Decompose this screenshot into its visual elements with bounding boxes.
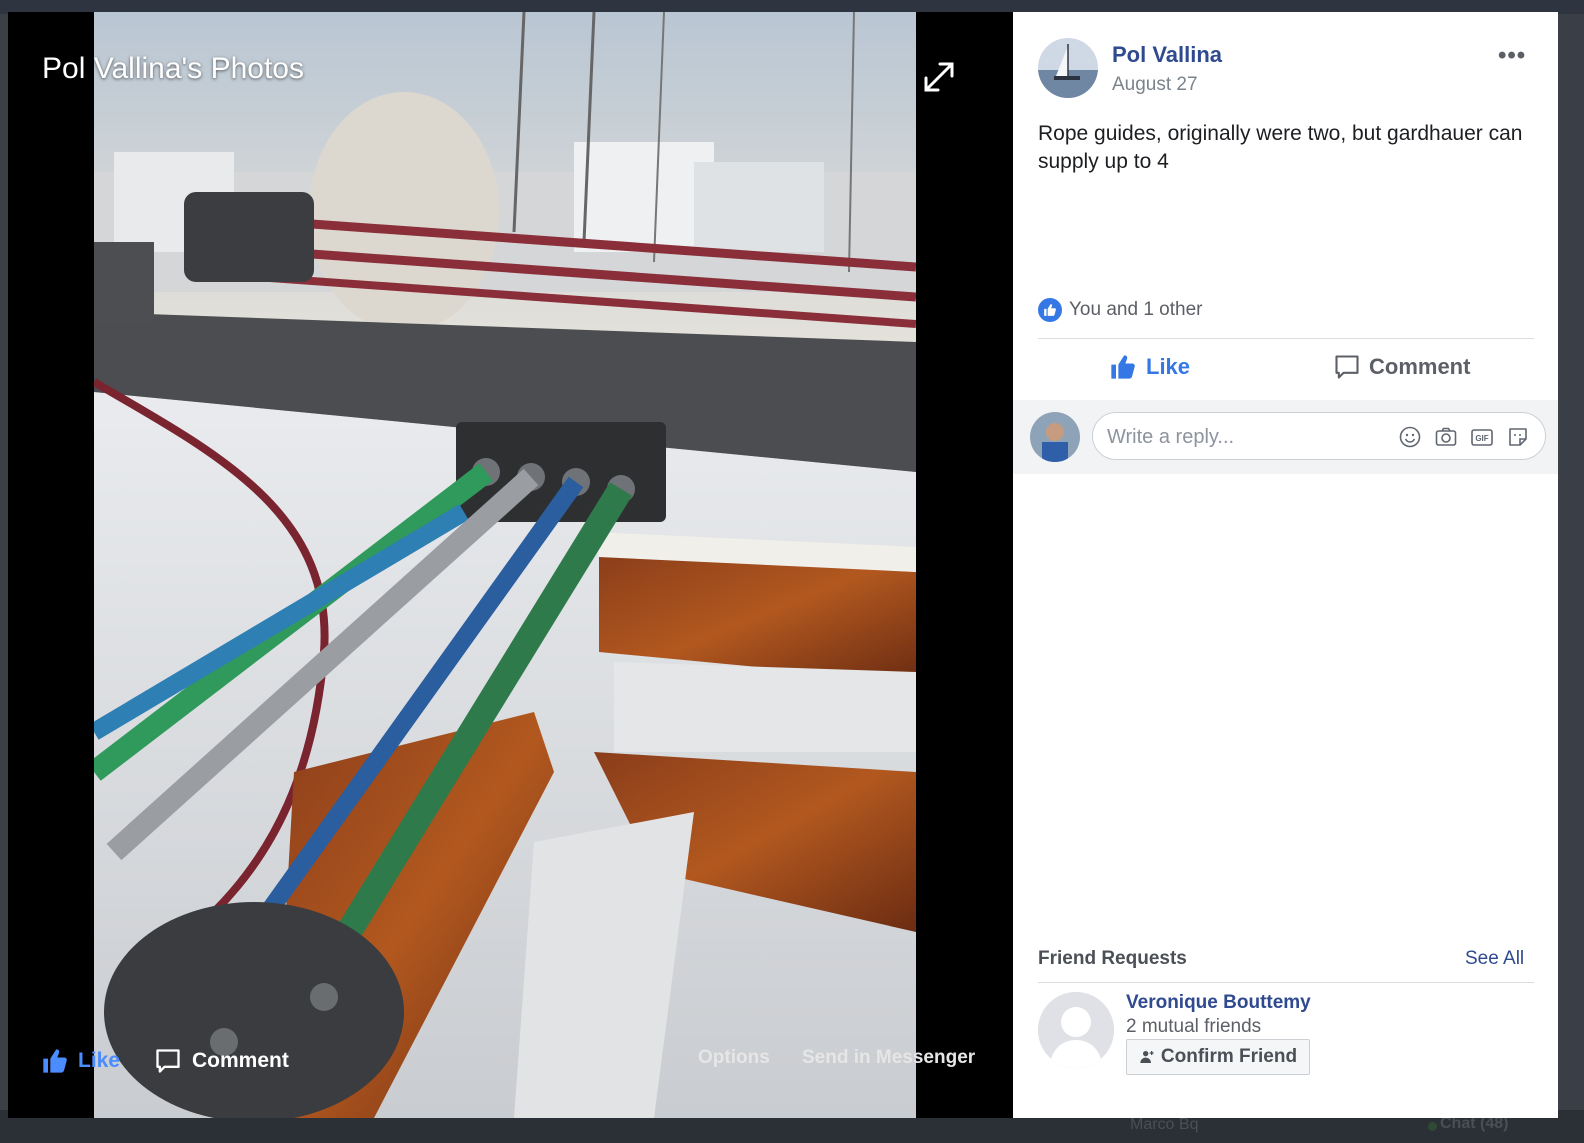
- friend-request-avatar[interactable]: [1038, 992, 1114, 1068]
- reactions-summary[interactable]: You and 1 other: [1038, 298, 1202, 322]
- sticker-icon[interactable]: [1506, 425, 1530, 449]
- reply-box: GIF: [1092, 412, 1546, 460]
- svg-text:GIF: GIF: [1475, 434, 1488, 443]
- photo-image: [94, 12, 916, 1118]
- post-date[interactable]: August 27: [1112, 74, 1198, 96]
- viewer-comment-label: Comment: [192, 1049, 289, 1072]
- post-text: Rope guides, originally were two, but ga…: [1038, 122, 1523, 173]
- friend-request-name[interactable]: Veronique Bouttemy: [1126, 992, 1311, 1014]
- post-like-button[interactable]: Like: [1108, 353, 1190, 381]
- thumbs-up-icon: [1111, 355, 1135, 379]
- viewer-title: Pol Vallina's Photos: [42, 52, 304, 85]
- comment-bubble-icon: [1335, 355, 1359, 379]
- viewer-action-bar: Like Comment Options Send in Messenger: [8, 1032, 1013, 1092]
- emoji-icon[interactable]: [1398, 425, 1422, 449]
- viewer-comment-button[interactable]: Comment: [154, 1047, 289, 1075]
- post-author[interactable]: Pol Vallina: [1112, 42, 1222, 68]
- background-name: Marco Bq: [1130, 1116, 1199, 1133]
- reply-section: GIF: [1013, 400, 1558, 474]
- post-comment-button[interactable]: Comment: [1333, 353, 1470, 381]
- send-in-messenger-button[interactable]: Send in Messenger: [802, 1047, 975, 1069]
- background-side: [1560, 14, 1584, 1114]
- mutual-friends-count[interactable]: 2 mutual friends: [1126, 1016, 1261, 1038]
- like-reaction-icon: [1038, 298, 1062, 322]
- expand-icon[interactable]: [922, 60, 956, 94]
- user-avatar[interactable]: [1030, 412, 1080, 462]
- viewer-like-button[interactable]: Like: [40, 1047, 120, 1075]
- photo-viewer: Pol Vallina's Photos Like Comment Option…: [8, 12, 1013, 1118]
- confirm-friend-label: Confirm Friend: [1160, 1046, 1298, 1067]
- comment-bubble-icon: [156, 1049, 180, 1073]
- author-avatar[interactable]: [1038, 38, 1098, 98]
- see-all-link[interactable]: See All: [1465, 948, 1524, 970]
- options-button[interactable]: Options: [698, 1047, 770, 1069]
- photo[interactable]: [94, 12, 916, 1118]
- more-dots-icon[interactable]: •••: [1498, 42, 1526, 70]
- thumbs-up-icon: [43, 1049, 67, 1073]
- post-actions: Like Comment: [1013, 339, 1558, 399]
- divider: [1038, 982, 1534, 983]
- reactions-text: You and 1 other: [1069, 299, 1203, 320]
- viewer-like-label: Like: [78, 1049, 121, 1072]
- post-like-label: Like: [1146, 354, 1191, 379]
- chat-status-dot: [1428, 1122, 1437, 1131]
- post-panel: Pol Vallina August 27 ••• Rope guides, o…: [1013, 12, 1558, 1118]
- add-friend-icon: [1140, 1051, 1154, 1063]
- confirm-friend-button[interactable]: Confirm Friend: [1126, 1039, 1310, 1075]
- camera-icon[interactable]: [1434, 425, 1458, 449]
- reply-input[interactable]: [1105, 424, 1389, 450]
- post-comment-label: Comment: [1369, 354, 1471, 379]
- gif-icon[interactable]: GIF: [1470, 425, 1494, 449]
- friend-requests-title: Friend Requests: [1038, 948, 1187, 969]
